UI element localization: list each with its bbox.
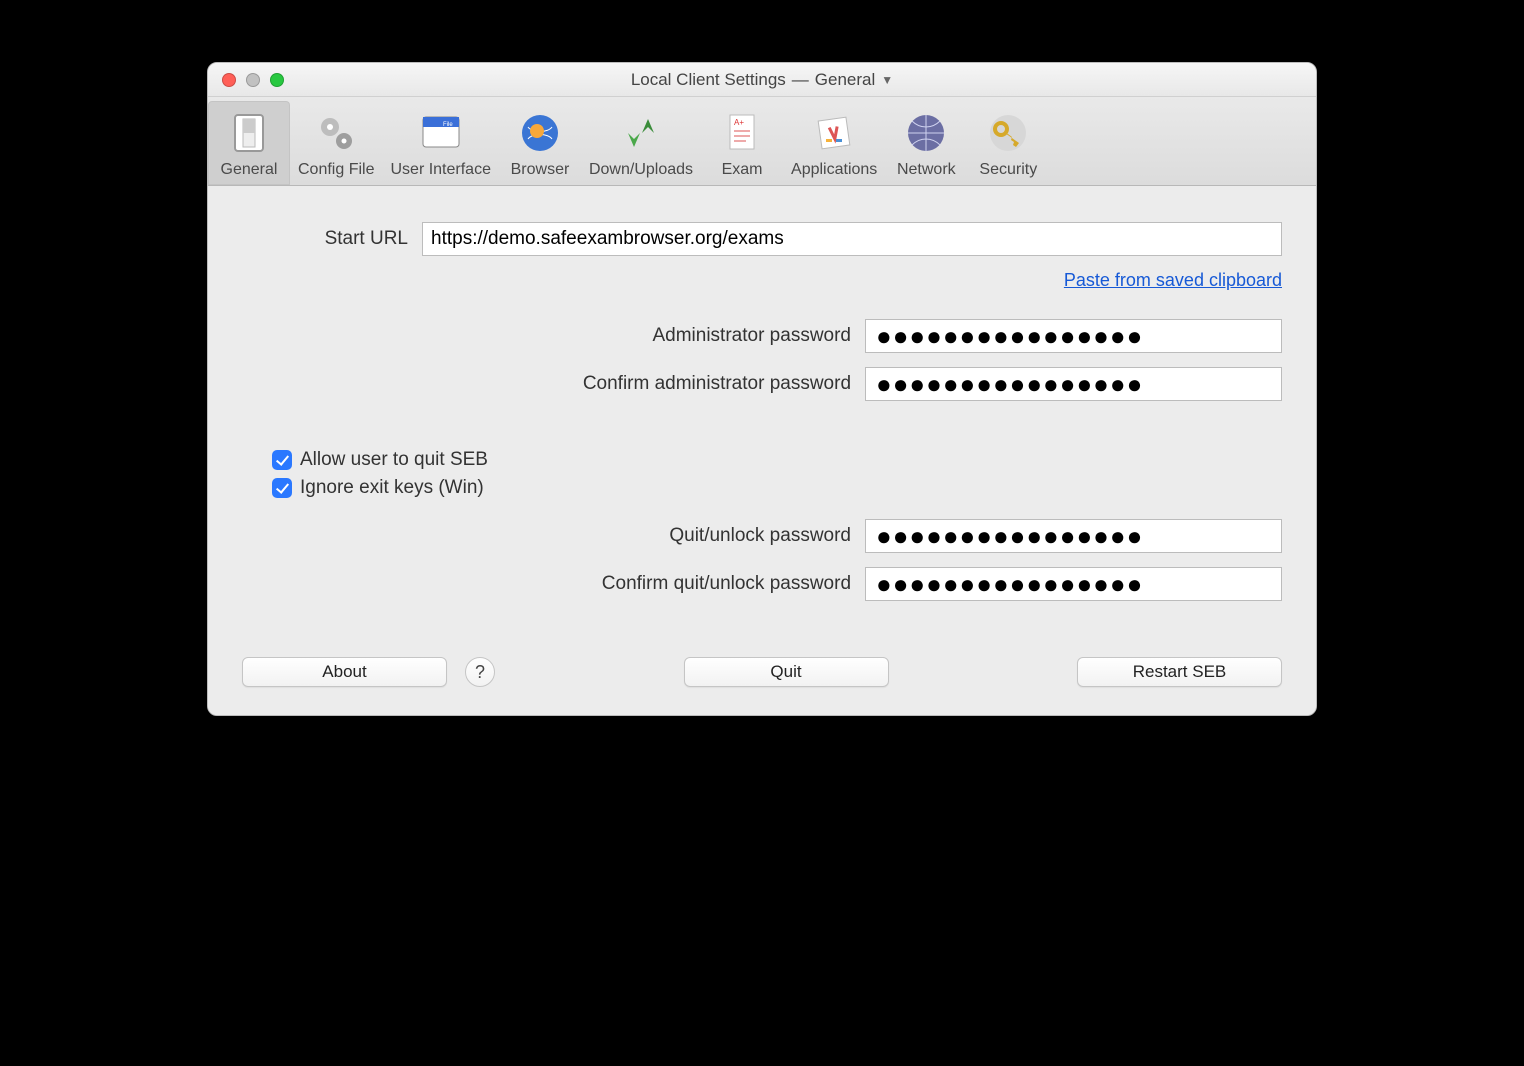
ignore-exit-keys-checkbox[interactable] xyxy=(272,478,292,498)
toolbar-tab-label: User Interface xyxy=(390,161,490,179)
svg-text:File: File xyxy=(443,122,453,128)
close-window-button[interactable] xyxy=(222,73,236,87)
network-icon xyxy=(900,107,952,159)
admin-password-label: Administrator password xyxy=(242,325,865,347)
confirm-quit-password-label: Confirm quit/unlock password xyxy=(242,573,865,595)
toolbar-tab-security[interactable]: Security xyxy=(967,101,1049,185)
confirm-admin-password-input[interactable] xyxy=(865,367,1282,401)
toolbar-tab-label: Security xyxy=(979,161,1037,179)
toolbar: General Config File File User Interface Brow… xyxy=(208,97,1316,186)
chevron-down-icon: ▼ xyxy=(881,73,893,87)
svg-text:A+: A+ xyxy=(734,118,744,127)
confirm-admin-password-label: Confirm administrator password xyxy=(242,373,865,395)
switch-icon xyxy=(223,107,275,159)
help-button[interactable]: ? xyxy=(465,657,495,687)
toolbar-tab-browser[interactable]: Browser xyxy=(499,101,581,185)
toolbar-tab-label: Network xyxy=(897,161,956,179)
about-button[interactable]: About xyxy=(242,657,447,687)
toolbar-tab-user-interface[interactable]: File User Interface xyxy=(382,101,498,185)
toolbar-tab-label: General xyxy=(221,161,278,179)
toolbar-tab-label: Applications xyxy=(791,161,877,179)
traffic-lights xyxy=(222,73,284,87)
admin-password-input[interactable] xyxy=(865,319,1282,353)
allow-quit-checkbox[interactable] xyxy=(272,450,292,470)
paper-icon: A+ xyxy=(716,107,768,159)
toolbar-tab-config-file[interactable]: Config File xyxy=(290,101,382,185)
arrows-icon xyxy=(615,107,667,159)
start-url-label: Start URL xyxy=(242,228,422,250)
toolbar-tab-down-uploads[interactable]: Down/Uploads xyxy=(581,101,701,185)
window-icon: File xyxy=(415,107,467,159)
restart-seb-button[interactable]: Restart SEB xyxy=(1077,657,1282,687)
minimize-window-button xyxy=(246,73,260,87)
quit-button[interactable]: Quit xyxy=(684,657,889,687)
ignore-exit-keys-label: Ignore exit keys (Win) xyxy=(300,477,484,499)
start-url-input[interactable] xyxy=(422,222,1282,256)
title-sep: — xyxy=(792,70,809,90)
quit-password-input[interactable] xyxy=(865,519,1282,553)
title-right: General xyxy=(815,70,875,90)
toolbar-tab-label: Down/Uploads xyxy=(589,161,693,179)
toolbar-tab-network[interactable]: Network xyxy=(885,101,967,185)
allow-quit-label: Allow user to quit SEB xyxy=(300,449,488,471)
paste-from-clipboard-link[interactable]: Paste from saved clipboard xyxy=(1064,270,1282,291)
window-title[interactable]: Local Client Settings — General ▼ xyxy=(208,70,1316,90)
gears-icon xyxy=(310,107,362,159)
zoom-window-button[interactable] xyxy=(270,73,284,87)
settings-window: Local Client Settings — General ▼ Genera… xyxy=(207,62,1317,716)
quit-password-label: Quit/unlock password xyxy=(242,525,865,547)
title-left: Local Client Settings xyxy=(631,70,786,90)
apps-icon xyxy=(808,107,860,159)
toolbar-tab-label: Config File xyxy=(298,161,374,179)
toolbar-tab-exam[interactable]: A+ Exam xyxy=(701,101,783,185)
titlebar: Local Client Settings — General ▼ xyxy=(208,63,1316,97)
toolbar-tab-applications[interactable]: Applications xyxy=(783,101,885,185)
globe-icon xyxy=(514,107,566,159)
toolbar-tab-label: Exam xyxy=(722,161,763,179)
key-icon xyxy=(982,107,1034,159)
confirm-quit-password-input[interactable] xyxy=(865,567,1282,601)
toolbar-tab-general[interactable]: General xyxy=(208,101,290,185)
toolbar-tab-label: Browser xyxy=(511,161,570,179)
content-general: Start URL Paste from saved clipboard Adm… xyxy=(208,186,1316,715)
